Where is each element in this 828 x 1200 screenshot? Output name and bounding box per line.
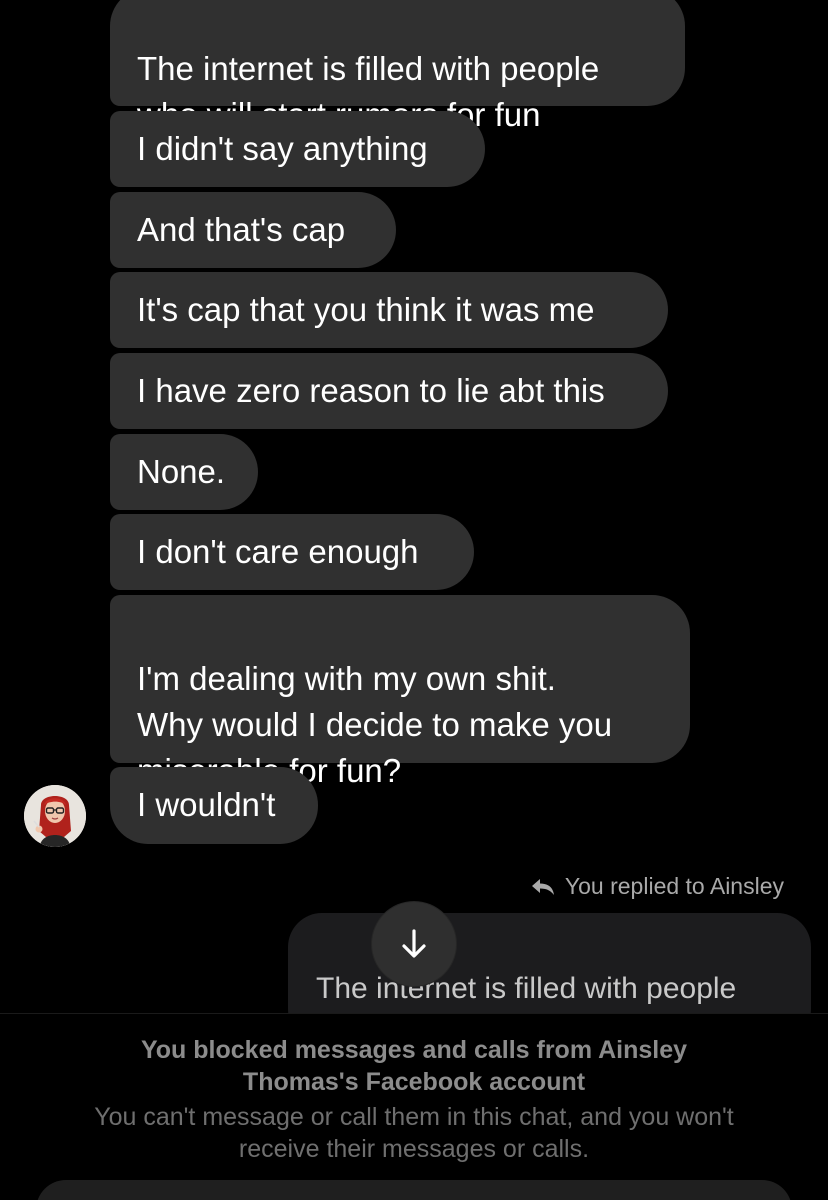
message-text: And that's cap [137,211,346,248]
message-bubble[interactable]: I wouldn't [110,767,318,844]
unblock-action-button[interactable] [36,1180,792,1200]
message-text: I don't care enough [137,533,419,570]
message-text: It's cap that you think it was me [137,291,595,328]
message-text: I wouldn't [137,786,276,823]
reply-context-label: You replied to Ainsley [531,873,784,900]
message-bubble[interactable]: And that's cap [110,192,396,268]
blocked-notice: You blocked messages and calls from Ains… [0,1013,828,1200]
message-text: None. [137,453,226,490]
message-bubble[interactable]: I didn't say anything [110,111,485,187]
message-bubble[interactable]: None. [110,434,258,510]
message-text: I didn't say anything [137,130,428,167]
avatar-illustration [24,785,86,847]
blocked-notice-subtitle: You can't message or call them in this c… [94,1103,734,1163]
reply-label-text: You replied to Ainsley [564,873,784,899]
message-bubble[interactable]: The internet is filled with people who w… [110,0,685,133]
blocked-notice-title: You blocked messages and calls from Ains… [140,1036,688,1096]
arrow-down-icon [402,929,426,958]
message-text: I have zero reason to lie abt this [137,372,605,409]
message-bubble[interactable]: I have zero reason to lie abt this [110,353,668,429]
reply-arrow-icon [531,878,554,895]
contact-avatar[interactable] [24,785,86,847]
message-bubble[interactable]: It's cap that you think it was me [110,272,668,348]
scroll-to-bottom-button[interactable] [372,902,456,986]
chat-screen: The internet is filled with people who w… [0,0,828,1200]
message-bubble[interactable]: I'm dealing with my own shit. Why would … [110,595,690,789]
message-bubble[interactable]: I don't care enough [110,514,474,590]
